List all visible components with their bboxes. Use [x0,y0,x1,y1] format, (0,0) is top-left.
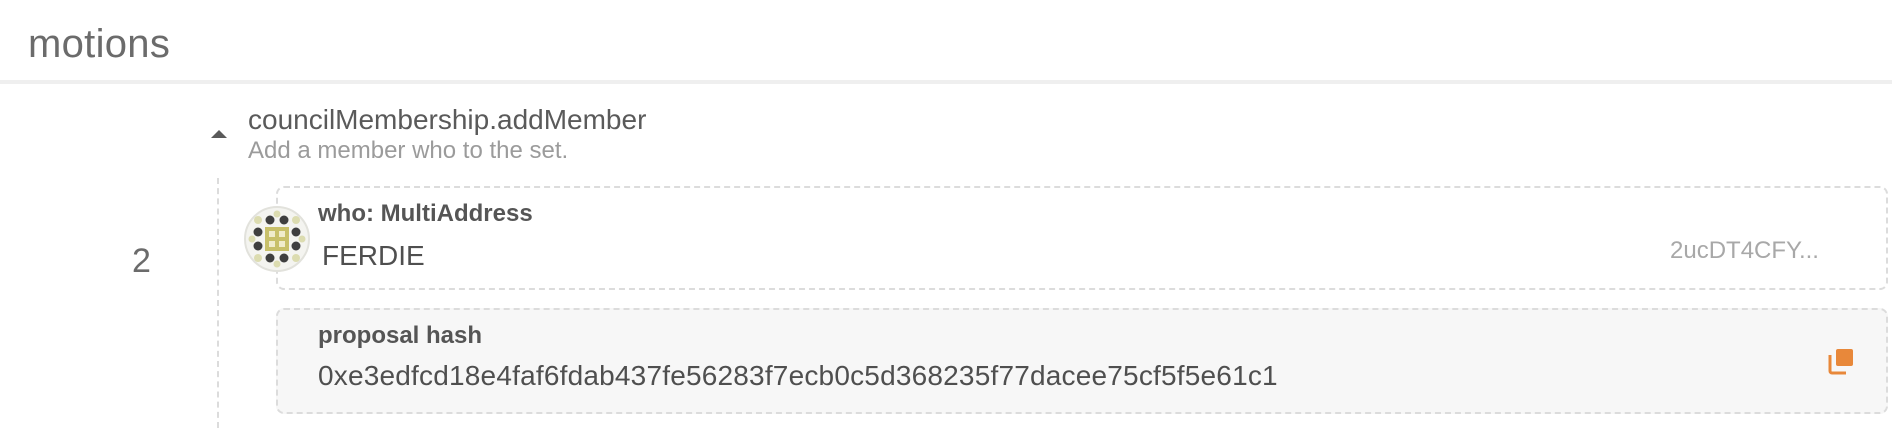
proposal-hash-value: 0xe3edfcd18e4faf6fdab437fe56283f7ecb0c5d… [318,360,1278,391]
section-title: motions [28,22,171,66]
param-account-name: FERDIE [322,240,425,271]
copy-button[interactable] [1826,346,1856,376]
identicon-avatar[interactable] [244,206,310,272]
proposal-hash-label: proposal hash [318,322,483,349]
call-description: Add a member who to the set. [248,137,569,164]
identicon-icon [248,210,306,268]
param-account-address: 2ucDT4CFY... [1670,237,1819,264]
param-label: who: MultiAddress [318,200,533,227]
motion-index: 2 [132,242,151,280]
collapse-button[interactable] [204,122,234,146]
section-header: motions [0,0,1892,84]
page: motions 2 councilMembership.addMember Ad… [0,0,1892,428]
copy-icon [1828,349,1853,375]
chevron-up-icon [211,130,227,138]
call-name: councilMembership.addMember [248,104,647,135]
tree-connector [217,178,219,428]
